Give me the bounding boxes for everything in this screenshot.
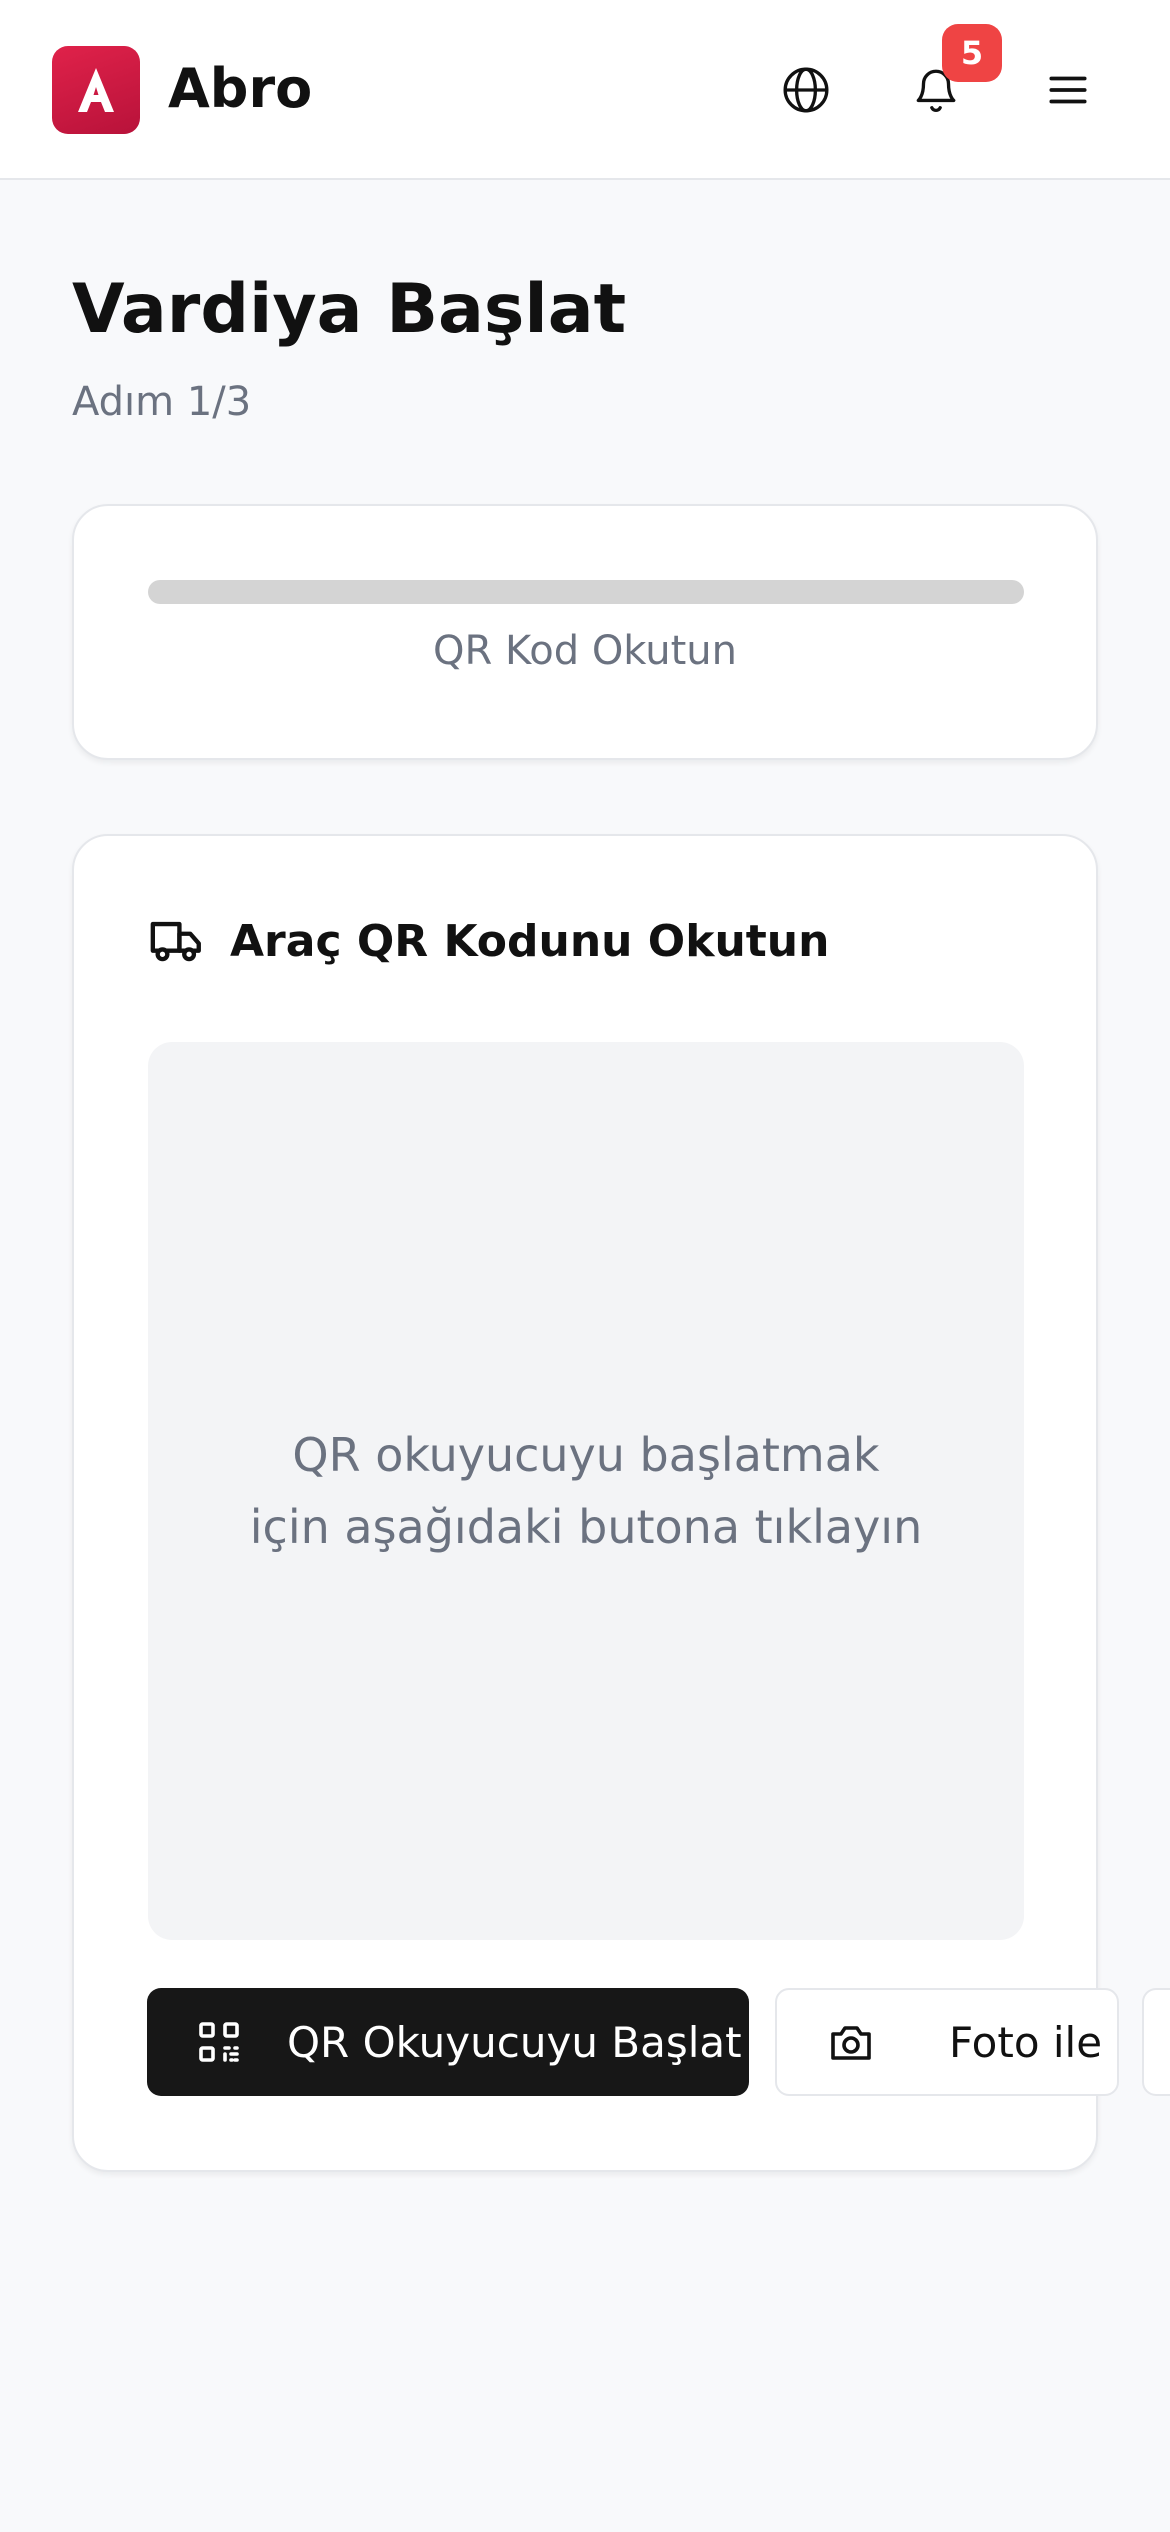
language-button[interactable] (766, 50, 846, 130)
qr-code-icon (199, 2022, 239, 2062)
start-qr-scanner-button[interactable]: QR Okuyucuyu Başlat (147, 1988, 749, 2096)
notification-badge: 5 (942, 24, 1002, 82)
photo-button[interactable]: Foto ile (775, 1988, 1119, 2096)
scan-card-header: Araç QR Kodunu Okutun (148, 912, 829, 970)
overflow-button[interactable] (1142, 1988, 1170, 2096)
step-indicator: Adım 1/3 (72, 379, 252, 425)
page-title: Vardiya Başlat (72, 270, 627, 349)
globe-icon (783, 67, 829, 113)
camera-icon (831, 2026, 871, 2060)
menu-icon (1049, 76, 1087, 104)
progress-bar (148, 580, 1024, 604)
progress-card: QR Kod Okutun (72, 504, 1098, 760)
scan-card-title: Araç QR Kodunu Okutun (230, 915, 830, 967)
scan-card: Araç QR Kodunu Okutun QR okuyucuyu başla… (72, 834, 1098, 2172)
app-logo[interactable] (52, 46, 140, 134)
start-qr-scanner-label: QR Okuyucuyu Başlat (287, 2017, 742, 2067)
app-name: Abro (168, 57, 313, 120)
menu-button[interactable] (1028, 50, 1108, 130)
progress-label: QR Kod Okutun (433, 628, 737, 674)
scanner-placeholder: QR okuyucuyu başlatmak için aşağıdaki bu… (249, 1428, 923, 1554)
qr-scanner-area: QR okuyucuyu başlatmak için aşağıdaki bu… (148, 1042, 1024, 1940)
truck-icon (150, 921, 201, 962)
top-bar: Abro 5 (0, 0, 1170, 180)
logo-icon (78, 68, 114, 112)
photo-button-label: Foto ile (949, 2017, 1103, 2067)
